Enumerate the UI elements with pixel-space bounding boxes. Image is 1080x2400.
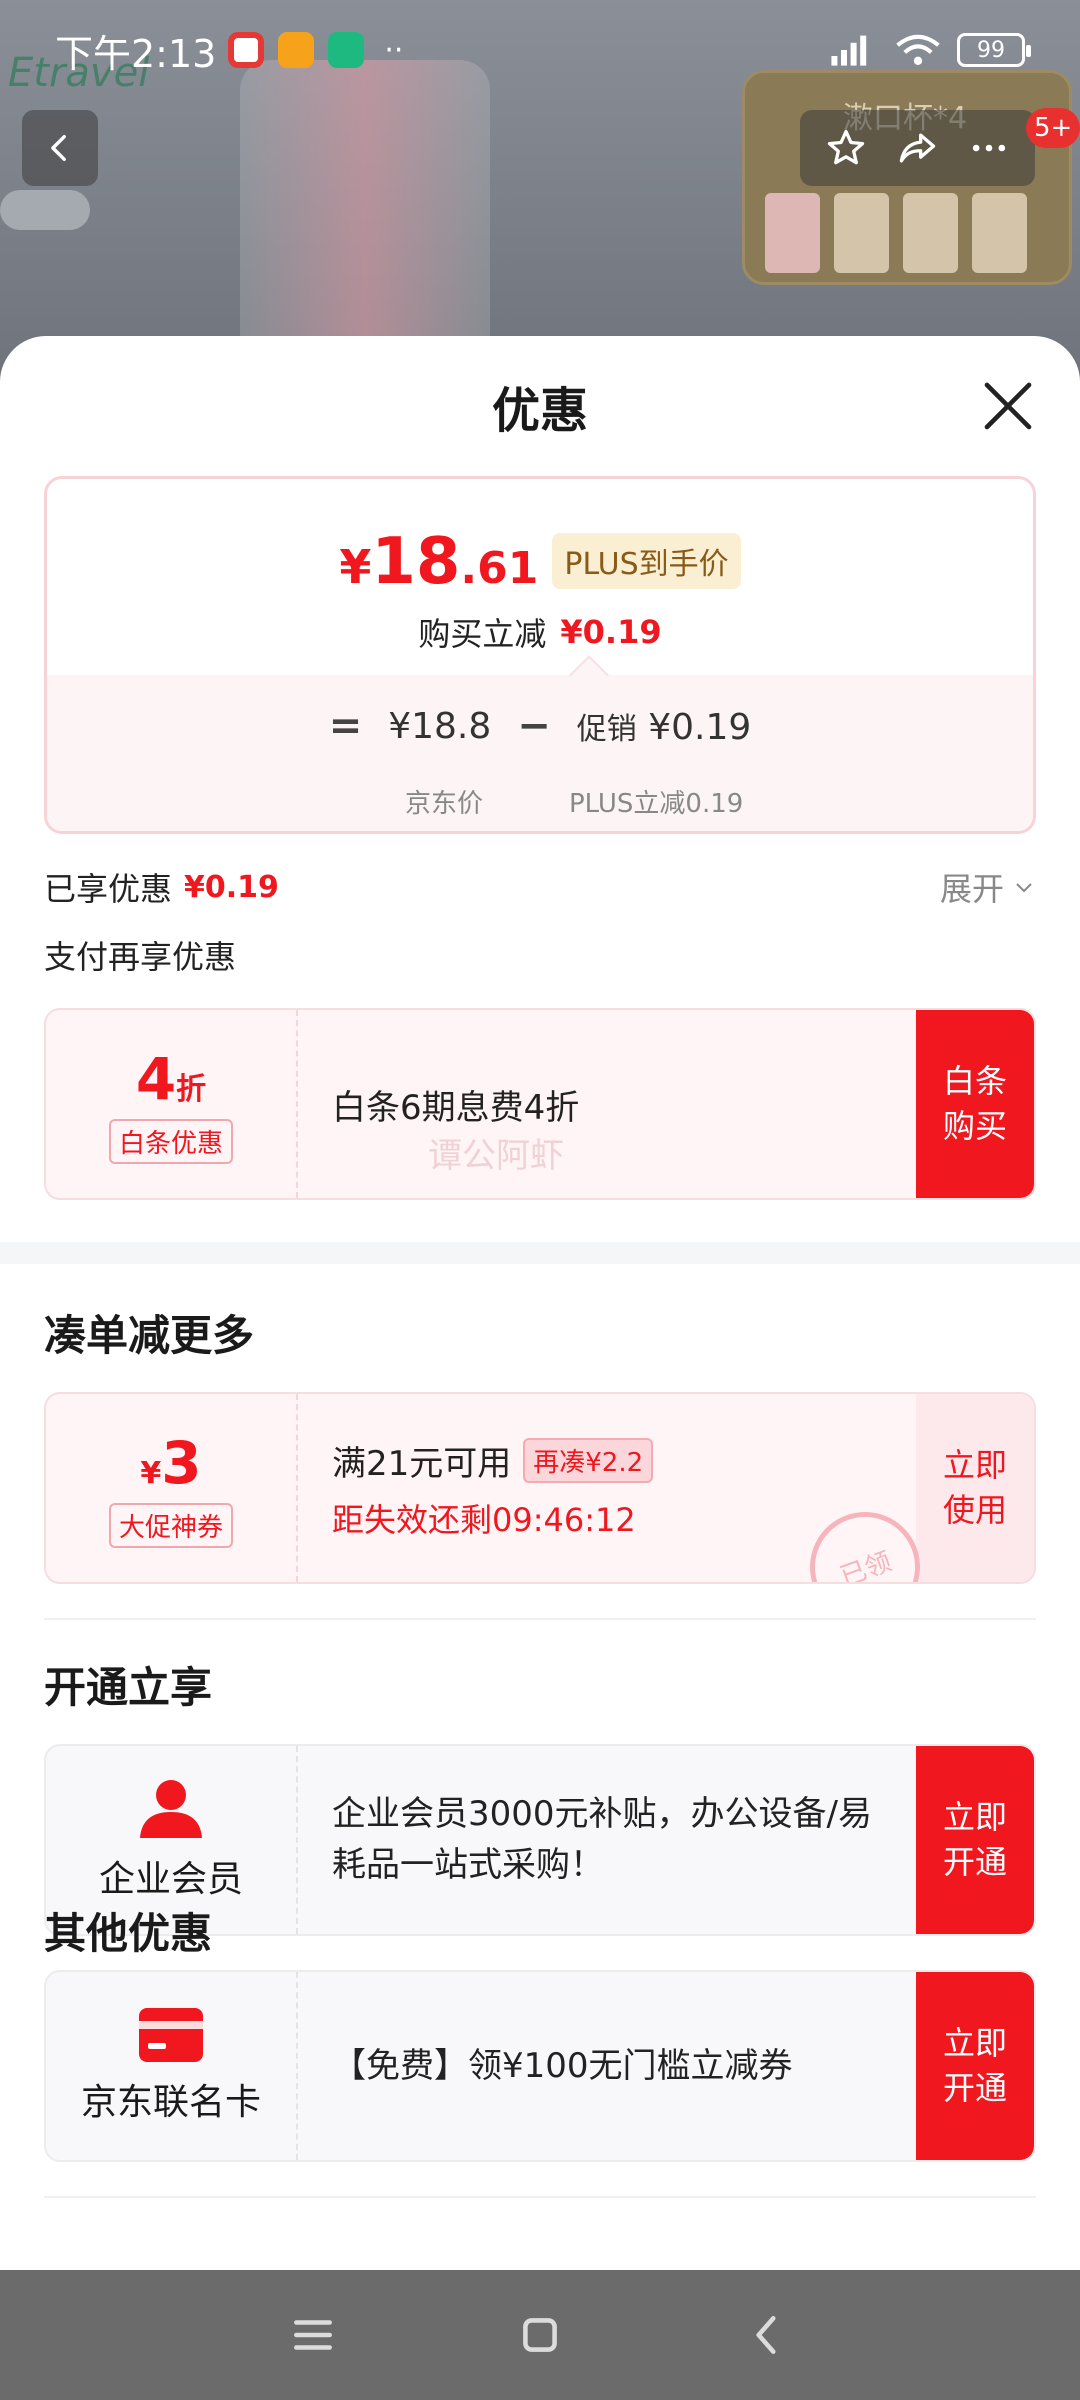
open-enterprise-button[interactable]: 立即开通 xyxy=(916,1746,1034,1934)
person-icon xyxy=(140,1780,202,1838)
coupon-countdown: 距失效还剩09:46:12 xyxy=(332,1500,636,1539)
baitiao-buy-button[interactable]: 白条购买 xyxy=(916,1010,1034,1198)
add-more-tag: 再凑¥2.2 xyxy=(523,1437,654,1483)
enjoyed-label: 已享优惠 xyxy=(44,870,173,908)
more-notifications-icon: ·· xyxy=(384,32,404,68)
coupon-tag: 大促神券 xyxy=(108,1502,233,1548)
offers-sheet: 优惠 ¥18.61 PLUS到手价 购买立减 ¥0.19 = ¥18.8 − 促… xyxy=(0,336,1080,2270)
coupon-card[interactable]: ¥3 大促神券 满21元可用 再凑¥2.2 距失效还剩09:46:12 已领 立… xyxy=(44,1392,1036,1584)
home-icon[interactable] xyxy=(515,2310,565,2360)
jd-cobrand-card[interactable]: 京东联名卡 【免费】领¥100无门槛立减券 立即开通 xyxy=(44,1970,1036,2162)
sheet-title: 优惠 xyxy=(491,383,588,439)
expand-button[interactable]: 展开 xyxy=(940,864,1036,910)
baitiao-tag: 白条优惠 xyxy=(108,1118,233,1164)
jd-cobrand-name: 京东联名卡 xyxy=(80,2082,261,2123)
enjoyed-discount-row: 已享优惠 ¥0.19 展开 xyxy=(44,864,1036,910)
divider xyxy=(44,1618,1036,1620)
map-app-icon xyxy=(228,32,265,68)
menu-icon[interactable] xyxy=(288,2310,338,2360)
watermark-text: 谭公阿虾 xyxy=(428,1136,564,1176)
pay-more-label: 支付再享优惠 xyxy=(44,938,237,976)
instant-discount-value: ¥0.19 xyxy=(560,613,662,651)
back-nav-icon[interactable] xyxy=(742,2310,792,2360)
security-app-icon xyxy=(328,32,365,68)
close-icon[interactable] xyxy=(980,378,1036,434)
chevron-down-icon xyxy=(1016,883,1032,893)
faucet-image xyxy=(0,190,90,230)
section-gap xyxy=(0,1242,1080,1264)
wifi-icon xyxy=(896,34,940,65)
credit-card-icon xyxy=(139,2008,203,2062)
coupon-condition: 满21元可用 xyxy=(332,1443,512,1484)
cart-count-badge: 5+ xyxy=(1026,108,1080,148)
status-bar: 下午2:13 ·· 99 xyxy=(0,0,1080,100)
share-icon[interactable] xyxy=(895,126,939,170)
price-formula: = ¥18.8 − 促销 ¥0.19 xyxy=(328,703,752,749)
cup-thumbnail xyxy=(765,193,820,273)
baitiao-desc: 白条6期息费4折 xyxy=(332,1087,580,1128)
system-nav-bar xyxy=(0,2270,1080,2400)
product-image xyxy=(240,60,490,360)
signal-icon xyxy=(831,35,867,66)
baitiao-discount: 4折 xyxy=(135,1044,207,1113)
enterprise-member-desc: 企业会员3000元补贴，办公设备/易耗品一站式采购！ xyxy=(332,1794,872,1885)
use-now-button[interactable]: 立即使用 xyxy=(916,1394,1034,1582)
plus-discount-label: PLUS立减0.19 xyxy=(569,789,744,819)
battery-icon: 99 xyxy=(957,33,1031,67)
more-icon[interactable] xyxy=(967,126,1011,170)
star-icon[interactable] xyxy=(824,126,868,170)
coupon-amount: ¥3 xyxy=(140,1428,202,1497)
divider xyxy=(44,2196,1036,2198)
top-action-bar xyxy=(800,110,1035,186)
promo-label: 促销 xyxy=(576,712,637,747)
back-button[interactable] xyxy=(22,110,98,186)
baitiao-offer-card[interactable]: 4折 白条优惠 白条6期息费4折 谭公阿虾 白条购买 xyxy=(44,1008,1036,1200)
status-time: 下午2:13 xyxy=(55,31,217,76)
jd-price: ¥18.8 xyxy=(388,705,492,747)
jd-cobrand-desc: 【免费】领¥100无门槛立减券 xyxy=(332,2045,793,2086)
enterprise-member-name: 企业会员 xyxy=(98,1859,243,1900)
instant-discount-label: 购买立减 xyxy=(418,615,547,653)
bundle-section-title: 凑单减更多 xyxy=(44,1311,255,1360)
notes-app-icon xyxy=(278,32,315,68)
open-section-title: 开通立享 xyxy=(44,1663,213,1712)
open-cobrand-button[interactable]: 立即开通 xyxy=(916,1972,1034,2160)
final-price: ¥18.61 xyxy=(339,525,539,599)
sheet-header: 优惠 xyxy=(0,336,1080,476)
promo-value: ¥0.19 xyxy=(648,707,752,748)
enjoyed-value: ¥0.19 xyxy=(184,869,279,905)
other-offers-title: 其他优惠 xyxy=(44,1909,213,1958)
cup-thumbnail xyxy=(903,193,958,273)
chevron-left-icon xyxy=(51,134,66,162)
cup-thumbnail xyxy=(834,193,889,273)
price-breakdown-card: ¥18.61 PLUS到手价 购买立减 ¥0.19 = ¥18.8 − 促销 ¥… xyxy=(44,476,1036,834)
plus-price-tag: PLUS到手价 xyxy=(552,533,741,589)
cup-thumbnail xyxy=(972,193,1027,273)
jd-price-label: 京东价 xyxy=(405,789,484,819)
